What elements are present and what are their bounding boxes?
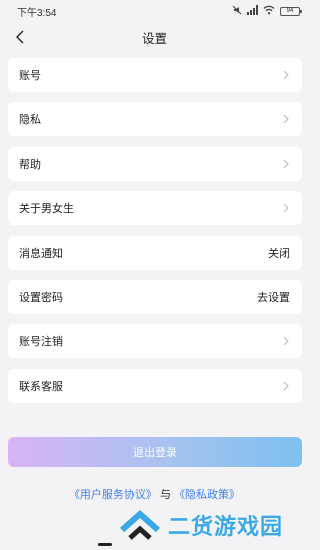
- signal-icon: [247, 4, 258, 18]
- status-icons: 94: [232, 4, 302, 18]
- home-indicator: [98, 543, 112, 546]
- watermark: 二货游戏园: [118, 505, 309, 545]
- user-agreement-link[interactable]: 《用户服务协议》: [69, 489, 157, 501]
- chevron-right-icon: [283, 70, 289, 80]
- chevron-left-icon: [16, 30, 24, 44]
- wifi-icon: [263, 5, 275, 18]
- chevron-right-icon: [283, 381, 289, 391]
- settings-item-label: 帮助: [19, 158, 41, 171]
- settings-item-label: 消息通知: [19, 247, 63, 260]
- settings-item-account[interactable]: 账号: [8, 58, 302, 92]
- chevron-right-icon: [283, 159, 289, 169]
- page-title: 设置: [141, 31, 167, 46]
- settings-item-label: 联系客服: [19, 380, 63, 393]
- settings-item-label: 设置密码: [19, 291, 63, 304]
- agreement-conjunction: 与: [160, 489, 171, 501]
- settings-item-deactivate[interactable]: 账号注销: [8, 324, 302, 359]
- settings-item-value: 关闭: [268, 247, 290, 260]
- settings-item-value: 去设置: [257, 291, 290, 304]
- privacy-policy-link[interactable]: 《隐私政策》: [174, 489, 240, 501]
- settings-item-label: 账号: [19, 70, 41, 82]
- logout-button[interactable]: 退出登录: [8, 437, 302, 467]
- chevron-right-icon: [283, 203, 289, 213]
- settings-item-privacy[interactable]: 隐私: [8, 102, 302, 137]
- battery-icon: 94: [280, 6, 302, 16]
- watermark-text: 二货游戏园: [168, 514, 284, 539]
- settings-item-password[interactable]: 设置密码 去设置: [8, 279, 302, 314]
- settings-item-help[interactable]: 帮助: [8, 146, 302, 181]
- chevron-right-icon: [283, 115, 289, 124]
- settings-item-label: 隐私: [19, 114, 41, 127]
- settings-item-label: 账号注销: [19, 336, 63, 349]
- chevron-right-icon: [283, 336, 289, 346]
- settings-item-support[interactable]: 联系客服: [8, 368, 302, 403]
- settings-item-label: 关于男女生: [19, 203, 74, 216]
- status-bar: 下午3:54 94: [0, 0, 309, 22]
- nav-bar: 设置: [0, 22, 309, 52]
- settings-item-about[interactable]: 关于男女生: [8, 191, 302, 226]
- mute-icon: [232, 5, 242, 18]
- watermark-logo-icon: [120, 509, 160, 540]
- back-button[interactable]: [8, 24, 32, 50]
- settings-item-notifications[interactable]: 消息通知 关闭: [8, 235, 302, 270]
- status-time: 下午3:54: [17, 7, 57, 19]
- agreement-line: 《用户服务协议》 与 《隐私政策》: [0, 486, 309, 502]
- settings-list: 账号 隐私 帮助 关于男女生 消息通知 关闭 设置密码 去设置 账号注销 联系客…: [8, 58, 302, 413]
